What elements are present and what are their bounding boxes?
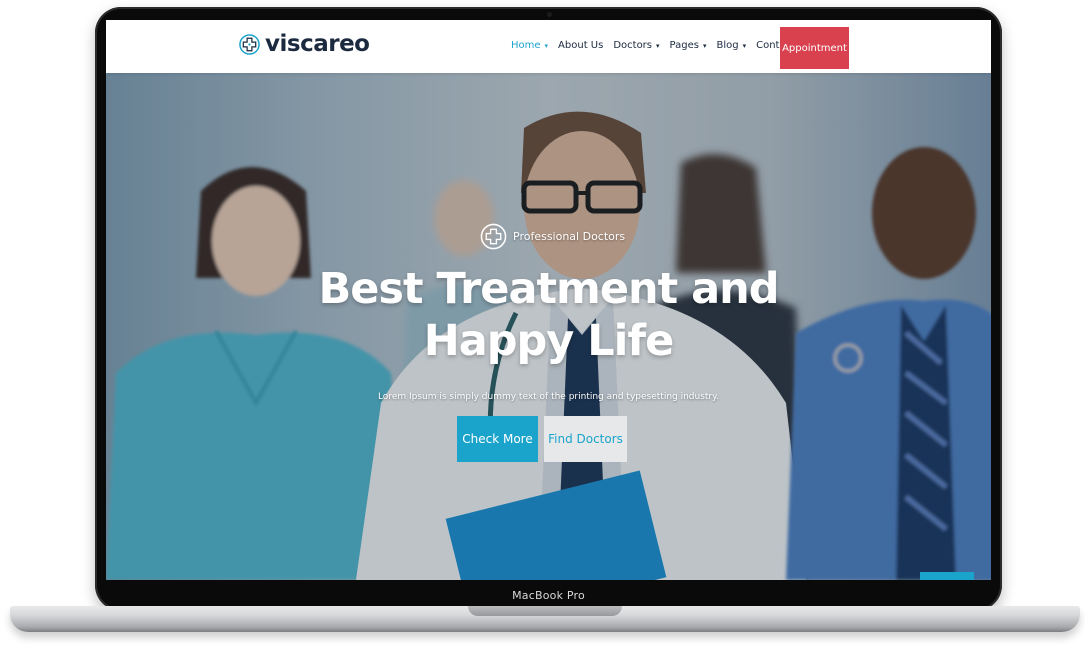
caret-down-icon: ▾ <box>702 41 707 50</box>
medical-cross-icon <box>480 223 507 250</box>
site-header: viscareo Home ▾ About Us Doctors ▾ Pages… <box>106 20 991 73</box>
find-doctors-button[interactable]: Find Doctors <box>544 416 627 462</box>
hero-section: Professional Doctors Best Treatment and … <box>106 73 991 580</box>
hero-subtext: Lorem Ipsum is simply dummy text of the … <box>377 392 720 402</box>
hero-tagline: Professional Doctors <box>480 223 625 250</box>
caret-down-icon: ▾ <box>544 41 549 50</box>
nav-item-doctors[interactable]: Doctors ▾ <box>613 40 659 51</box>
device-model-label: MacBook Pro <box>512 589 585 602</box>
nav-item-pages[interactable]: Pages ▾ <box>670 40 707 51</box>
nav-item-about-us[interactable]: About Us <box>558 40 603 51</box>
logo-text: viscareo <box>265 31 370 57</box>
nav-item-label: Blog <box>716 40 739 51</box>
nav-item-label: Home <box>511 40 541 51</box>
hero-tagline-text: Professional Doctors <box>513 230 626 243</box>
appointment-button[interactable]: Appointment <box>780 27 849 69</box>
nav-item-blog[interactable]: Blog ▾ <box>716 40 746 51</box>
nav-item-label: Pages <box>669 40 699 51</box>
check-more-button[interactable]: Check More <box>457 416 538 462</box>
site-logo[interactable]: viscareo <box>239 31 370 57</box>
medical-cross-icon <box>239 33 260 55</box>
nav-item-label: Doctors <box>613 40 653 51</box>
caret-down-icon: ▾ <box>742 41 747 50</box>
hero-headline: Best Treatment and Happy Life <box>318 264 779 366</box>
camera-icon <box>547 12 552 17</box>
nav-item-label: About Us <box>558 40 604 51</box>
laptop-base-notch <box>468 606 622 616</box>
scroll-to-top-button[interactable] <box>920 572 974 580</box>
main-nav: Home ▾ About Us Doctors ▾ Pages ▾ Blog ▾… <box>511 40 821 51</box>
caret-down-icon: ▾ <box>656 41 660 50</box>
nav-item-home[interactable]: Home ▾ <box>511 40 548 51</box>
laptop-screen: viscareo Home ▾ About Us Doctors ▾ Pages… <box>106 20 991 580</box>
